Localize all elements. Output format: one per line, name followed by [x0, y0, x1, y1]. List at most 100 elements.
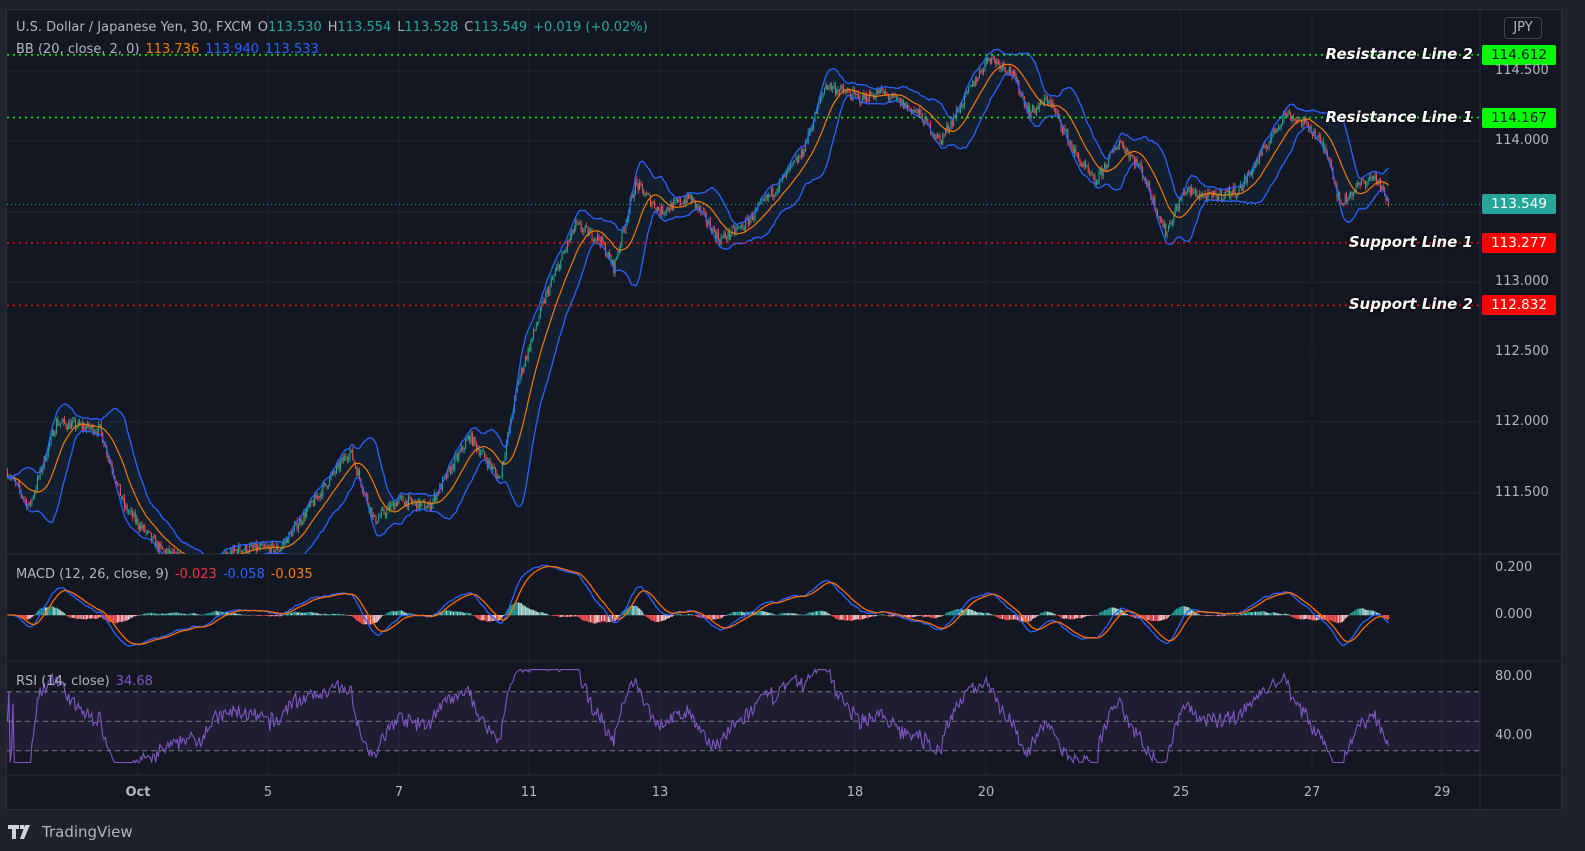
candle-body [1229, 188, 1231, 198]
candle [724, 229, 726, 240]
macd-histogram-bar [1155, 615, 1157, 622]
macd-histogram-bar [305, 612, 308, 616]
macd-histogram-bar [978, 612, 981, 616]
macd-histogram-bar [398, 610, 400, 616]
bb-legend[interactable]: BB (20, close, 2, 0) 113.736 113.940 113.53… [16, 42, 325, 57]
currency-button[interactable]: JPY [1504, 17, 1542, 39]
candle-body [747, 218, 749, 226]
candle-body [1257, 160, 1259, 162]
candle-body [647, 193, 649, 195]
candle [987, 56, 989, 65]
candle [340, 459, 342, 472]
macd-histogram-bar [1341, 615, 1344, 622]
candle-body [730, 234, 732, 237]
candle [160, 540, 162, 550]
candle [799, 155, 801, 159]
candle [1186, 186, 1188, 195]
candle-body [762, 199, 764, 201]
macd-histogram-bar [373, 615, 376, 624]
candle [524, 354, 526, 368]
candle-body [660, 205, 662, 216]
macd-histogram-bar [534, 610, 536, 616]
candle-body [1163, 224, 1165, 228]
candle-body [1097, 182, 1099, 184]
candle-body [148, 530, 150, 532]
candle [263, 543, 265, 548]
candle-body [1379, 179, 1381, 190]
candle [885, 88, 887, 95]
candle [577, 222, 579, 226]
candle [1084, 159, 1086, 170]
macd-histogram-bar [97, 615, 100, 618]
macd-histogram-bar [291, 612, 293, 616]
macd-legend[interactable]: MACD (12, 26, close, 9) -0.023 -0.058 -0.03… [16, 567, 319, 582]
candle-body [681, 203, 683, 205]
candle [902, 99, 904, 110]
macd-histogram-bar [1124, 612, 1126, 616]
candle [550, 275, 552, 288]
macd-histogram-bar [528, 608, 531, 616]
macd-histogram-bar [319, 613, 321, 616]
candle [1033, 105, 1035, 114]
macd-histogram-bar [144, 613, 146, 616]
candle-body [1102, 168, 1104, 177]
macd-histogram-bar [1063, 615, 1065, 619]
macd-histogram-bar [697, 615, 699, 618]
candle [940, 139, 942, 146]
macd-histogram-bar [77, 615, 79, 619]
candle [326, 485, 328, 490]
candle [1233, 182, 1235, 195]
candle [1004, 66, 1006, 74]
macd-histogram-bar [789, 613, 792, 616]
candle-body [1118, 141, 1120, 146]
candle [1091, 170, 1093, 176]
candle [327, 484, 329, 490]
candle-body [1093, 174, 1095, 177]
macd-histogram-bar [1095, 615, 1097, 616]
candle-body [942, 134, 944, 144]
macd-histogram-bar [311, 612, 313, 616]
candle-body [795, 158, 797, 161]
candle [140, 521, 142, 532]
candle-body [560, 259, 562, 270]
candle-body [800, 149, 802, 158]
candle [410, 497, 412, 503]
macd-histogram-bar [392, 611, 395, 616]
bb-basis-value: 113.736 [145, 42, 200, 57]
macd-histogram-bar [976, 612, 978, 616]
candle [1072, 144, 1074, 154]
macd-histogram-bar [431, 615, 433, 616]
candle-body [798, 156, 800, 163]
candle-body [862, 93, 864, 103]
macd-histogram-bar [271, 615, 274, 616]
macd-histogram-bar [694, 615, 696, 617]
candle-body [685, 200, 687, 203]
macd-histogram-bar [183, 613, 185, 616]
macd-histogram-bar [301, 612, 304, 616]
macd-histogram-bar [387, 612, 389, 616]
macd-histogram-bar [1169, 615, 1171, 616]
candle [374, 514, 376, 517]
candle-body [133, 512, 135, 518]
candle [1231, 189, 1233, 197]
macd-histogram-bar [307, 611, 309, 616]
candle-body [427, 505, 429, 509]
candle [614, 258, 616, 277]
chart-canvas[interactable] [0, 0, 1585, 851]
macd-histogram-bar [848, 615, 850, 621]
macd-histogram-bar [977, 612, 979, 616]
candle-body [860, 102, 862, 104]
candle [557, 261, 559, 271]
macd-histogram-bar [376, 615, 378, 622]
candle-body [386, 508, 388, 516]
macd-histogram-bar [857, 615, 860, 620]
macd-histogram-bar [57, 608, 59, 616]
rsi-legend[interactable]: RSI (14, close) 34.68 [16, 674, 159, 689]
candle [323, 481, 325, 488]
candle-body [879, 88, 881, 94]
candle [1191, 184, 1193, 197]
macd-histogram-bar [1076, 615, 1078, 619]
candle-body [383, 508, 385, 514]
candle [562, 250, 564, 254]
candle-body [940, 139, 942, 144]
